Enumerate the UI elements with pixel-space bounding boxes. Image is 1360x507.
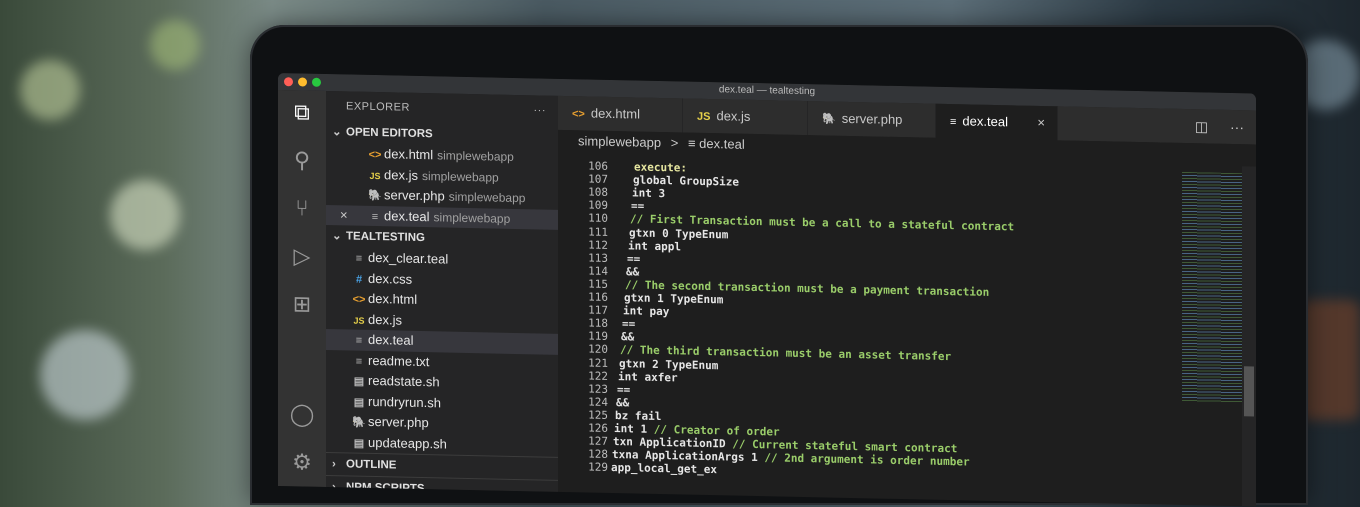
js-file-icon: JS (697, 110, 711, 124)
tab-dex-html[interactable]: <> dex.html (558, 95, 683, 133)
php-file-icon: 🐘 (822, 113, 836, 126)
file-name: dex.css (368, 270, 413, 287)
file-name: dex.teal (368, 331, 414, 348)
php-file-icon: 🐘 (352, 416, 366, 429)
background-bokeh (110, 180, 180, 250)
tab-label: server.php (841, 110, 903, 128)
code-editor[interactable]: 106 execute: 107 global GroupSize 108 int 3 10… (558, 152, 1222, 506)
tab-dex-teal[interactable]: ≡ dex.teal × (936, 103, 1058, 141)
file-name: readstate.sh (368, 372, 440, 390)
tab-label: dex.teal (962, 113, 1008, 130)
outline-section[interactable]: › OUTLINE (326, 452, 558, 480)
file-name: readme.txt (368, 352, 430, 369)
open-editor-folder: simplewebapp (448, 189, 526, 206)
open-editor-name: server.php (384, 187, 445, 204)
background-bokeh (20, 60, 80, 120)
open-editor-folder: simplewebapp (437, 148, 514, 164)
open-editor-folder: simplewebapp (433, 209, 511, 226)
background-chair (1300, 300, 1360, 420)
tab-server-php[interactable]: 🐘 server.php (808, 101, 936, 138)
file-name: rundryrun.sh (368, 393, 441, 410)
activity-bar: ⧉ ⚲ ⑂ ▷ ⊞ ◯ ⚙ (278, 90, 326, 488)
close-tab-icon[interactable]: × (1037, 106, 1045, 140)
more-actions-icon[interactable]: ··· (534, 95, 547, 125)
shell-file-icon: ▤ (353, 396, 365, 409)
code-text: app_local_get_ex (611, 461, 717, 477)
php-file-icon: 🐘 (368, 189, 382, 203)
html-file-icon: <> (572, 108, 585, 121)
breadcrumb-folder[interactable]: simplewebapp (578, 133, 661, 150)
account-icon[interactable]: ◯ (288, 400, 316, 429)
html-file-icon: <> (368, 148, 382, 162)
breadcrumb-separator: > (670, 135, 679, 151)
file-name: updateapp.sh (368, 434, 447, 452)
open-editors-label: OPEN EDITORS (346, 126, 433, 141)
shell-file-icon: ▤ (353, 437, 365, 450)
background-bokeh (40, 330, 130, 420)
project-label: TEALTESTING (346, 230, 426, 245)
scrollbar-thumb[interactable] (1244, 366, 1254, 417)
file-name: dex_clear.teal (368, 249, 449, 267)
tab-toolbar: ◫ ··· (1195, 109, 1244, 144)
open-editor-folder: simplewebapp (421, 168, 499, 185)
tab-dex-js[interactable]: JS dex.js (683, 98, 808, 136)
run-debug-icon[interactable]: ▷ (288, 242, 316, 271)
breadcrumb-file[interactable]: dex.teal (699, 136, 745, 152)
line-number: 129 (588, 460, 608, 475)
vscode-window: dex.teal — tealtesting ⧉ ⚲ ⑂ ▷ ⊞ ◯ ⚙ EXP… (278, 73, 1256, 507)
text-file-icon: ≡ (355, 355, 363, 368)
extensions-icon[interactable]: ⊞ (288, 290, 316, 319)
search-icon[interactable]: ⚲ (288, 146, 316, 175)
source-control-icon[interactable]: ⑂ (288, 194, 316, 223)
chevron-down-icon: ⌄ (332, 126, 342, 139)
css-file-icon: # (355, 273, 363, 286)
teal-file-icon: ≡ (355, 334, 363, 347)
file-name: server.php (368, 413, 429, 431)
close-editor-icon[interactable]: × (340, 205, 348, 226)
file-lines-icon: ≡ (687, 135, 696, 151)
explorer-sidebar: EXPLORER ··· ⌄ OPEN EDITORS <> dex.html sim… (326, 91, 558, 503)
file-name: dex.html (368, 290, 418, 307)
file-name: dex.js (368, 311, 402, 328)
outline-label: OUTLINE (346, 458, 397, 472)
open-editor-name: dex.js (384, 166, 418, 183)
settings-gear-icon[interactable]: ⚙ (288, 448, 316, 477)
tab-label: dex.js (716, 108, 751, 124)
html-file-icon: <> (352, 293, 366, 306)
editor-scrollbar[interactable] (1242, 166, 1256, 507)
split-editor-icon[interactable]: ◫ (1195, 118, 1208, 134)
minimap[interactable] (1182, 171, 1242, 404)
js-file-icon: JS (369, 170, 381, 181)
more-actions-icon[interactable]: ··· (1230, 119, 1244, 135)
js-file-icon: JS (353, 315, 365, 326)
explorer-header: EXPLORER ··· (326, 91, 558, 126)
open-editor-name: dex.html (384, 146, 434, 163)
shell-file-icon: ▤ (353, 375, 365, 388)
chevron-right-icon: › (332, 458, 336, 471)
files-icon[interactable]: ⧉ (288, 98, 316, 127)
teal-file-icon: ≡ (355, 252, 363, 265)
open-editor-name: dex.teal (384, 207, 430, 224)
chevron-down-icon: ⌄ (332, 230, 342, 243)
teal-file-icon: ≡ (950, 116, 957, 129)
explorer-title: EXPLORER (346, 100, 410, 114)
tab-label: dex.html (590, 105, 640, 122)
background-bokeh (150, 20, 200, 70)
teal-file-icon: ≡ (371, 210, 379, 223)
file-item[interactable]: ▤ updateapp.sh (326, 432, 558, 457)
